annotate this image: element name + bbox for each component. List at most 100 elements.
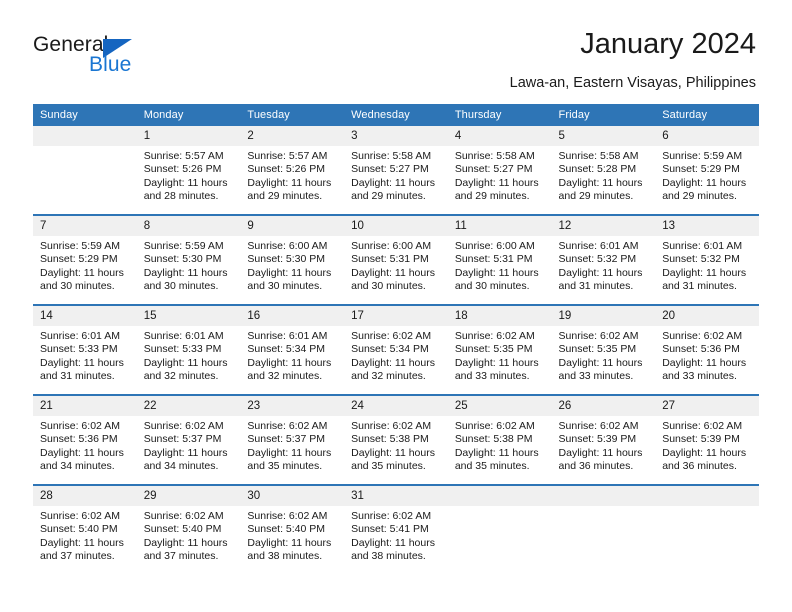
daylight-text: Daylight: 11 hours and 36 minutes.: [558, 446, 643, 472]
day-cell-content: 12 Sunrise: 6:01 AM Sunset: 5:32 PM Dayligh…: [551, 216, 656, 304]
day-sun-info: Sunrise: 6:02 AM Sunset: 5:38 PM Daylight:…: [344, 416, 448, 473]
day-number: 2: [240, 126, 345, 146]
daylight-text: Daylight: 11 hours and 35 minutes.: [351, 446, 435, 472]
day-number: [33, 126, 137, 146]
sunrise-text: Sunrise: 5:58 AM: [558, 150, 639, 162]
sunrise-text: Sunrise: 6:02 AM: [558, 330, 639, 342]
day-cell-content: 7 Sunrise: 5:59 AM Sunset: 5:29 PM Daylight…: [33, 216, 137, 304]
daylight-text: Daylight: 11 hours and 33 minutes.: [558, 356, 643, 382]
calendar-day-cell[interactable]: 9 Sunrise: 6:00 AM Sunset: 5:30 PM Daylight…: [240, 214, 345, 305]
day-cell-content: 24 Sunrise: 6:02 AM Sunset: 5:38 PM Dayligh…: [344, 396, 448, 484]
daylight-text: Daylight: 11 hours and 38 minutes.: [351, 536, 435, 562]
day-number: 26: [551, 396, 656, 416]
day-sun-info: [33, 146, 137, 150]
day-sun-info: Sunrise: 6:02 AM Sunset: 5:36 PM Daylight:…: [33, 416, 137, 473]
day-number: 7: [33, 216, 137, 236]
calendar-week-row: 1 Sunrise: 5:57 AM Sunset: 5:26 PM Daylight…: [33, 126, 759, 215]
daylight-text: Daylight: 11 hours and 32 minutes.: [247, 356, 332, 382]
day-sun-info: Sunrise: 6:02 AM Sunset: 5:39 PM Daylight:…: [655, 416, 759, 473]
calendar-day-cell[interactable]: 8 Sunrise: 5:59 AM Sunset: 5:30 PM Daylight…: [136, 214, 241, 305]
calendar-day-cell[interactable]: 5 Sunrise: 5:58 AM Sunset: 5:28 PM Daylight…: [551, 126, 656, 215]
calendar-day-cell[interactable]: 3 Sunrise: 5:58 AM Sunset: 5:27 PM Daylight…: [344, 126, 448, 215]
page-subtitle: Lawa-an, Eastern Visayas, Philippines: [509, 75, 756, 91]
sunset-text: Sunset: 5:31 PM: [454, 253, 533, 266]
sunrise-text: Sunrise: 6:02 AM: [662, 330, 743, 342]
daylight-text: Daylight: 11 hours and 36 minutes.: [662, 446, 747, 472]
sunrise-text: Sunrise: 6:01 AM: [247, 330, 328, 342]
sunrise-text: Sunrise: 5:57 AM: [143, 150, 224, 162]
daylight-text: Daylight: 11 hours and 38 minutes.: [247, 536, 332, 562]
day-sun-info: Sunrise: 6:02 AM Sunset: 5:38 PM Daylight:…: [448, 416, 552, 473]
day-sun-info: Sunrise: 6:01 AM Sunset: 5:32 PM Daylight:…: [552, 236, 656, 293]
day-cell-content: 23 Sunrise: 6:02 AM Sunset: 5:37 PM Dayligh…: [240, 396, 345, 484]
day-sun-info: Sunrise: 5:58 AM Sunset: 5:27 PM Daylight:…: [448, 146, 552, 203]
day-sun-info: Sunrise: 6:02 AM Sunset: 5:35 PM Daylight:…: [552, 326, 656, 383]
daylight-text: Daylight: 11 hours and 30 minutes.: [40, 266, 124, 292]
calendar-day-cell[interactable]: 28 Sunrise: 6:02 AM Sunset: 5:40 PM Dayligh…: [33, 484, 137, 574]
sunrise-text: Sunrise: 5:58 AM: [351, 150, 432, 162]
sunrise-text: Sunrise: 6:02 AM: [454, 330, 535, 342]
day-cell-content: 9 Sunrise: 6:00 AM Sunset: 5:30 PM Daylight…: [240, 216, 345, 304]
sunset-text: Sunset: 5:33 PM: [40, 343, 118, 356]
calendar-day-cell[interactable]: 26 Sunrise: 6:02 AM Sunset: 5:39 PM Dayligh…: [551, 394, 656, 485]
calendar-day-cell[interactable]: 4 Sunrise: 5:58 AM Sunset: 5:27 PM Daylight…: [447, 126, 552, 215]
day-cell-content: 13 Sunrise: 6:01 AM Sunset: 5:32 PM Dayligh…: [655, 216, 759, 304]
calendar-body: 1 Sunrise: 5:57 AM Sunset: 5:26 PM Daylight…: [33, 126, 759, 574]
calendar-day-cell[interactable]: 17 Sunrise: 6:02 AM Sunset: 5:34 PM Dayligh…: [344, 304, 448, 395]
sunrise-text: Sunrise: 6:01 AM: [40, 330, 120, 342]
day-number: 18: [447, 306, 552, 326]
calendar-day-cell[interactable]: 15 Sunrise: 6:01 AM Sunset: 5:33 PM Dayligh…: [136, 304, 241, 395]
calendar-day-cell[interactable]: 19 Sunrise: 6:02 AM Sunset: 5:35 PM Dayligh…: [551, 304, 656, 395]
calendar-day-cell[interactable]: 7 Sunrise: 5:59 AM Sunset: 5:29 PM Daylight…: [33, 214, 137, 305]
sunset-text: Sunset: 5:36 PM: [40, 433, 118, 446]
calendar-day-cell[interactable]: 13 Sunrise: 6:01 AM Sunset: 5:32 PM Dayligh…: [655, 214, 759, 305]
sunset-text: Sunset: 5:39 PM: [662, 433, 740, 446]
calendar-day-cell[interactable]: 24 Sunrise: 6:02 AM Sunset: 5:38 PM Dayligh…: [344, 394, 448, 485]
calendar-day-cell[interactable]: 6 Sunrise: 5:59 AM Sunset: 5:29 PM Daylight…: [655, 126, 759, 215]
calendar-day-cell[interactable]: 1 Sunrise: 5:57 AM Sunset: 5:26 PM Daylight…: [136, 126, 241, 215]
sunset-text: Sunset: 5:28 PM: [558, 163, 637, 176]
sunrise-text: Sunrise: 5:59 AM: [143, 240, 224, 252]
day-cell-content: 26 Sunrise: 6:02 AM Sunset: 5:39 PM Dayligh…: [551, 396, 656, 484]
sunset-text: Sunset: 5:35 PM: [558, 343, 637, 356]
sunrise-text: Sunrise: 6:01 AM: [558, 240, 639, 252]
calendar-day-cell[interactable]: 18 Sunrise: 6:02 AM Sunset: 5:35 PM Dayligh…: [447, 304, 552, 395]
sunrise-text: Sunrise: 6:00 AM: [247, 240, 328, 252]
calendar-day-cell[interactable]: 22 Sunrise: 6:02 AM Sunset: 5:37 PM Dayligh…: [136, 394, 241, 485]
calendar-day-cell[interactable]: 30 Sunrise: 6:02 AM Sunset: 5:40 PM Dayligh…: [240, 484, 345, 574]
day-cell-content: 6 Sunrise: 5:59 AM Sunset: 5:29 PM Daylight…: [655, 126, 759, 214]
calendar-day-cell[interactable]: 11 Sunrise: 6:00 AM Sunset: 5:31 PM Dayligh…: [447, 214, 552, 305]
day-sun-info: Sunrise: 6:02 AM Sunset: 5:35 PM Daylight:…: [448, 326, 552, 383]
daylight-text: Daylight: 11 hours and 29 minutes.: [558, 176, 643, 202]
sunrise-text: Sunrise: 6:01 AM: [662, 240, 743, 252]
calendar-day-cell[interactable]: 31 Sunrise: 6:02 AM Sunset: 5:41 PM Dayligh…: [344, 484, 448, 574]
calendar-day-cell[interactable]: 16 Sunrise: 6:01 AM Sunset: 5:34 PM Dayligh…: [240, 304, 345, 395]
calendar-day-cell[interactable]: 12 Sunrise: 6:01 AM Sunset: 5:32 PM Dayligh…: [551, 214, 656, 305]
calendar-day-cell[interactable]: 2 Sunrise: 5:57 AM Sunset: 5:26 PM Daylight…: [240, 126, 345, 215]
sunset-text: Sunset: 5:39 PM: [558, 433, 637, 446]
calendar-day-cell[interactable]: 21 Sunrise: 6:02 AM Sunset: 5:36 PM Dayligh…: [33, 394, 137, 485]
calendar-day-cell[interactable]: 20 Sunrise: 6:02 AM Sunset: 5:36 PM Dayligh…: [655, 304, 759, 395]
calendar-day-cell[interactable]: 10 Sunrise: 6:00 AM Sunset: 5:31 PM Dayligh…: [344, 214, 448, 305]
day-cell-content: 29 Sunrise: 6:02 AM Sunset: 5:40 PM Dayligh…: [136, 486, 241, 574]
logo-text-blue: Blue: [89, 53, 132, 76]
calendar-header-row: Sunday Monday Tuesday Wednesday Thursday…: [33, 104, 759, 126]
day-number: 16: [240, 306, 345, 326]
day-cell-content: 21 Sunrise: 6:02 AM Sunset: 5:36 PM Dayligh…: [33, 396, 137, 484]
sunset-text: Sunset: 5:30 PM: [247, 253, 326, 266]
day-sun-info: Sunrise: 6:02 AM Sunset: 5:41 PM Daylight:…: [344, 506, 448, 563]
sunrise-text: Sunrise: 6:02 AM: [143, 510, 224, 522]
day-cell-content: 2 Sunrise: 5:57 AM Sunset: 5:26 PM Daylight…: [240, 126, 345, 214]
sunset-text: Sunset: 5:40 PM: [143, 523, 222, 536]
general-blue-logo[interactable]: General Blue: [33, 33, 193, 81]
calendar-day-cell[interactable]: 27 Sunrise: 6:02 AM Sunset: 5:39 PM Dayligh…: [655, 394, 759, 485]
day-sun-info: Sunrise: 6:01 AM Sunset: 5:33 PM Daylight:…: [137, 326, 241, 383]
sunset-text: Sunset: 5:40 PM: [40, 523, 118, 536]
calendar-day-cell[interactable]: 25 Sunrise: 6:02 AM Sunset: 5:38 PM Dayligh…: [447, 394, 552, 485]
sunrise-text: Sunrise: 6:00 AM: [454, 240, 535, 252]
calendar-day-cell[interactable]: 14 Sunrise: 6:01 AM Sunset: 5:33 PM Dayligh…: [33, 304, 137, 395]
calendar-day-cell[interactable]: 29 Sunrise: 6:02 AM Sunset: 5:40 PM Dayligh…: [136, 484, 241, 574]
daylight-text: Daylight: 11 hours and 30 minutes.: [143, 266, 228, 292]
sunset-text: Sunset: 5:33 PM: [143, 343, 222, 356]
calendar-day-cell[interactable]: 23 Sunrise: 6:02 AM Sunset: 5:37 PM Dayligh…: [240, 394, 345, 485]
